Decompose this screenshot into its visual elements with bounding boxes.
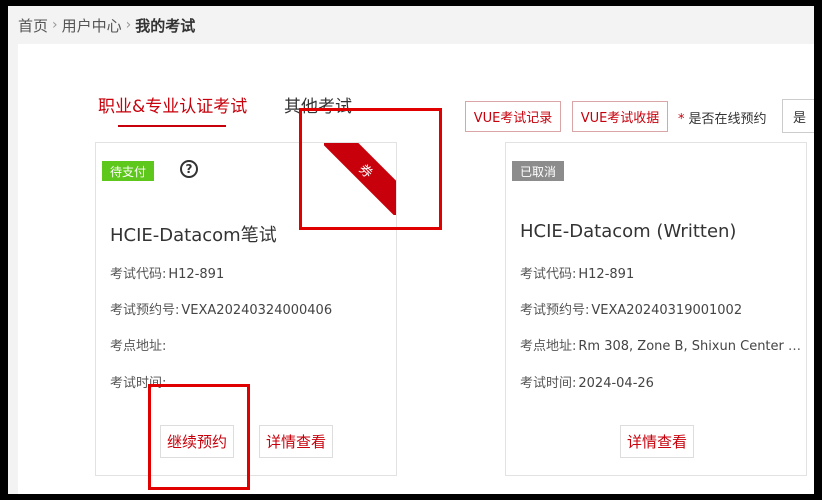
voucher-ribbon-label: 券 bbox=[324, 143, 396, 215]
exam-code-field: 考试代码: H12-891 bbox=[110, 267, 225, 282]
breadcrumb: 首页 › 用户中心 › 我的考试 bbox=[18, 14, 195, 36]
tab-certification-exams[interactable]: 职业&专业认证考试 bbox=[98, 92, 247, 117]
exam-title: HCIE-Datacom (Written) bbox=[520, 221, 737, 242]
help-icon[interactable]: ? bbox=[180, 160, 198, 178]
view-details-button[interactable]: 详情查看 bbox=[620, 425, 694, 458]
exam-time-field: 考试时间: 2024-04-26 bbox=[520, 376, 654, 391]
exam-title: HCIE-Datacom笔试 bbox=[110, 225, 277, 246]
main-panel: 职业&专业认证考试 其他考试 VUE考试记录 VUE考试收据 * 是否在线预约 是… bbox=[18, 44, 814, 494]
online-booking-select[interactable]: 是 bbox=[782, 99, 814, 133]
breadcrumb-user-center[interactable]: 用户中心 bbox=[62, 15, 122, 36]
exam-address-field: 考点地址: Rm 308, Zone B, Shixun Center Bl... bbox=[520, 339, 804, 354]
exam-card-cancelled: 已取消 HCIE-Datacom (Written) 考试代码: H12-891 … bbox=[505, 142, 807, 476]
active-tab-indicator bbox=[118, 125, 226, 127]
exam-time-field: 考试时间: bbox=[110, 376, 167, 391]
exam-code-field: 考试代码: H12-891 bbox=[520, 267, 635, 282]
voucher-ribbon: 券 bbox=[324, 143, 396, 215]
breadcrumb-home[interactable]: 首页 bbox=[18, 15, 48, 36]
vue-records-button[interactable]: VUE考试记录 bbox=[465, 101, 561, 132]
booking-number-field: 考试预约号: VEXA20240324000406 bbox=[110, 303, 333, 318]
booking-number-field: 考试预约号: VEXA20240319001002 bbox=[520, 303, 743, 318]
exam-address-field: 考点地址: bbox=[110, 339, 167, 354]
online-booking-label: * 是否在线预约 bbox=[678, 112, 767, 127]
tab-other-exams[interactable]: 其他考试 bbox=[284, 92, 352, 117]
vue-receipts-button[interactable]: VUE考试收据 bbox=[572, 101, 668, 132]
app-frame: 首页 › 用户中心 › 我的考试 职业&专业认证考试 其他考试 VUE考试记录 … bbox=[8, 6, 814, 494]
status-badge: 待支付 bbox=[102, 161, 155, 181]
chevron-right-icon: › bbox=[125, 17, 132, 33]
status-badge: 已取消 bbox=[512, 161, 565, 181]
exam-card-pending: 待支付 ? 券 HCIE-Datacom笔试 考试代码: H12-891 考试预约… bbox=[95, 142, 397, 476]
chevron-right-icon: › bbox=[52, 17, 58, 33]
continue-booking-button[interactable]: 继续预约 bbox=[160, 425, 234, 458]
required-star: * bbox=[678, 112, 685, 127]
breadcrumb-current: 我的考试 bbox=[135, 16, 196, 35]
view-details-button[interactable]: 详情查看 bbox=[259, 425, 333, 458]
